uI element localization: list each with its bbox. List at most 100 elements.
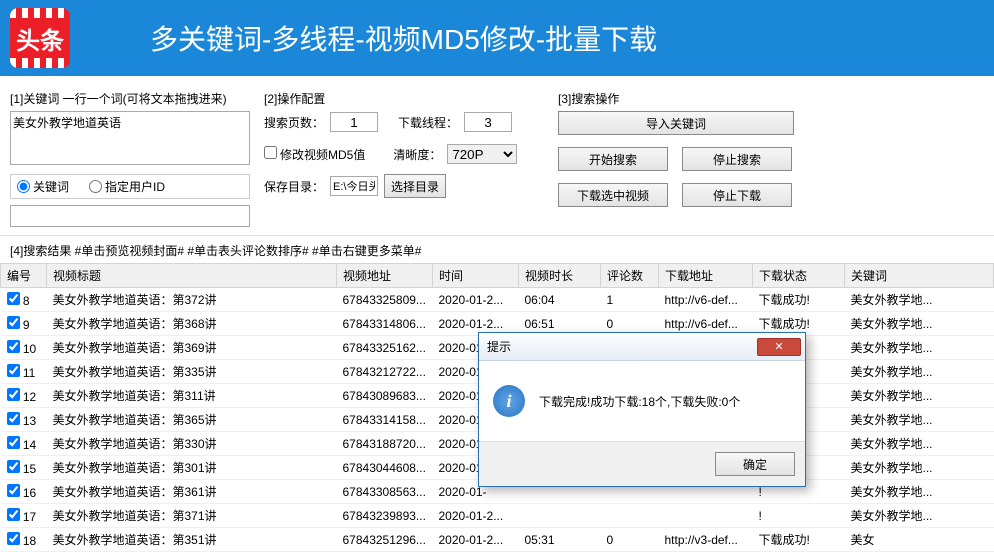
row-kw: 美女 [845,528,994,552]
row-cmt: 1 [601,288,659,312]
row-st: 下载成功! [753,288,845,312]
row-dl: http://v3-def... [659,528,753,552]
row-checkbox-cell[interactable]: 9 [1,312,47,336]
row-checkbox-cell[interactable]: 18 [1,528,47,552]
col-addr[interactable]: 视频地址 [337,264,433,288]
app-logo: 头条 [10,8,70,68]
row-checkbox-cell[interactable]: 13 [1,408,47,432]
row-kw: 美女外教学地... [845,456,994,480]
dialog-ok-button[interactable]: 确定 [715,452,795,476]
radio-userid[interactable]: 指定用户ID [89,178,165,195]
choose-dir-button[interactable]: 选择目录 [384,174,446,198]
userid-input[interactable] [10,205,250,227]
threads-label: 下载线程： [398,114,458,131]
col-title[interactable]: 视频标题 [47,264,337,288]
start-search-button[interactable]: 开始搜索 [558,147,668,171]
row-checkbox-cell[interactable]: 16 [1,480,47,504]
row-dl [659,504,753,528]
row-checkbox-cell[interactable]: 8 [1,288,47,312]
row-title: 美女外教学地道英语：第371讲 [47,504,337,528]
import-keywords-button[interactable]: 导入关键词 [558,111,794,135]
close-icon: ✕ [774,340,783,353]
row-addr: 67843314806... [337,312,433,336]
row-checkbox-cell[interactable]: 10 [1,336,47,360]
keywords-textarea[interactable]: 美女外教学地道英语 [10,111,250,165]
col-time[interactable]: 时间 [433,264,519,288]
section-operations-label: [3]搜索操作 [558,90,818,107]
row-dur: 05:31 [519,528,601,552]
stop-search-button[interactable]: 停止搜索 [682,147,792,171]
row-addr: 67843212722... [337,360,433,384]
row-addr: 67843314158... [337,408,433,432]
dialog-close-button[interactable]: ✕ [757,338,801,356]
section-config-label: [2]操作配置 [264,90,544,107]
table-header-row[interactable]: 编号 视频标题 视频地址 时间 视频时长 评论数 下载地址 下载状态 关键词 [1,264,994,288]
row-time: 2020-01-2... [433,504,519,528]
row-title: 美女外教学地道英语：第372讲 [47,288,337,312]
pages-input[interactable] [330,112,378,132]
row-kw: 美女外教学地... [845,480,994,504]
clarity-select[interactable]: 720P [447,144,517,164]
app-title: 多关键词-多线程-视频MD5修改-批量下载 [150,18,657,58]
table-row[interactable]: 18美女外教学地道英语：第351讲67843251296...2020-01-2… [1,528,994,552]
info-dialog: 提示 ✕ i 下载完成!成功下载:18个,下载失败:0个 确定 [478,332,806,487]
result-label: [4]搜索结果 #单击预览视频封面# #单击表头评论数排序# #单击右键更多菜单… [0,236,994,263]
row-addr: 67843325809... [337,288,433,312]
row-dur [519,504,601,528]
row-time: 2020-01-2... [433,528,519,552]
row-kw: 美女外教学地... [845,312,994,336]
row-addr: 67843239893... [337,504,433,528]
row-addr: 67843044608... [337,456,433,480]
row-cmt: 0 [601,528,659,552]
control-panel: [1]关键词 一行一个词(可将文本拖拽进来) 美女外教学地道英语 关键词 指定用… [0,76,994,236]
row-checkbox-cell[interactable]: 15 [1,456,47,480]
threads-input[interactable] [464,112,512,132]
section-keywords-label: [1]关键词 一行一个词(可将文本拖拽进来) [10,90,250,107]
row-kw: 美女外教学地... [845,288,994,312]
col-dl[interactable]: 下载地址 [659,264,753,288]
col-st[interactable]: 下载状态 [753,264,845,288]
section-config: [2]操作配置 搜索页数： 下载线程： 修改视频MD5值 清晰度： 720P 保… [264,90,544,227]
dialog-title-text: 提示 [487,338,511,355]
clarity-label: 清晰度： [393,146,441,163]
row-title: 美女外教学地道英语：第335讲 [47,360,337,384]
section-keywords: [1]关键词 一行一个词(可将文本拖拽进来) 美女外教学地道英语 关键词 指定用… [10,90,250,227]
download-selected-button[interactable]: 下载选中视频 [558,183,668,207]
row-dl: http://v6-def... [659,288,753,312]
radio-keyword[interactable]: 关键词 [17,178,69,195]
row-title: 美女外教学地道英语：第301讲 [47,456,337,480]
row-kw: 美女外教学地... [845,360,994,384]
row-kw: 美女外教学地... [845,384,994,408]
stop-download-button[interactable]: 停止下载 [682,183,792,207]
row-cmt [601,504,659,528]
row-checkbox-cell[interactable]: 17 [1,504,47,528]
save-label: 保存目录： [264,178,324,195]
row-checkbox-cell[interactable]: 14 [1,432,47,456]
row-checkbox-cell[interactable]: 11 [1,360,47,384]
col-cmt[interactable]: 评论数 [601,264,659,288]
row-title: 美女外教学地道英语：第330讲 [47,432,337,456]
section-operations: [3]搜索操作 导入关键词 开始搜索 停止搜索 下载选中视频 停止下载 [558,90,818,227]
row-addr: 67843089683... [337,384,433,408]
table-row[interactable]: 17美女外教学地道英语：第371讲67843239893...2020-01-2… [1,504,994,528]
app-header: 头条 多关键词-多线程-视频MD5修改-批量下载 [0,0,994,76]
md5-checkbox[interactable]: 修改视频MD5值 [264,146,365,163]
row-kw: 美女外教学地... [845,432,994,456]
row-kw: 美女外教学地... [845,336,994,360]
col-index[interactable]: 编号 [1,264,47,288]
row-title: 美女外教学地道英语：第369讲 [47,336,337,360]
col-kw[interactable]: 关键词 [845,264,994,288]
save-path-input[interactable] [330,176,378,196]
table-row[interactable]: 8美女外教学地道英语：第372讲67843325809...2020-01-2.… [1,288,994,312]
info-icon: i [493,385,525,417]
col-dur[interactable]: 视频时长 [519,264,601,288]
row-time: 2020-01-2... [433,288,519,312]
dialog-message: 下载完成!成功下载:18个,下载失败:0个 [539,393,740,410]
row-title: 美女外教学地道英语：第368讲 [47,312,337,336]
row-checkbox-cell[interactable]: 12 [1,384,47,408]
row-kw: 美女外教学地... [845,504,994,528]
row-title: 美女外教学地道英语：第365讲 [47,408,337,432]
dialog-titlebar[interactable]: 提示 ✕ [479,333,805,361]
row-addr: 67843251296... [337,528,433,552]
row-title: 美女外教学地道英语：第361讲 [47,480,337,504]
